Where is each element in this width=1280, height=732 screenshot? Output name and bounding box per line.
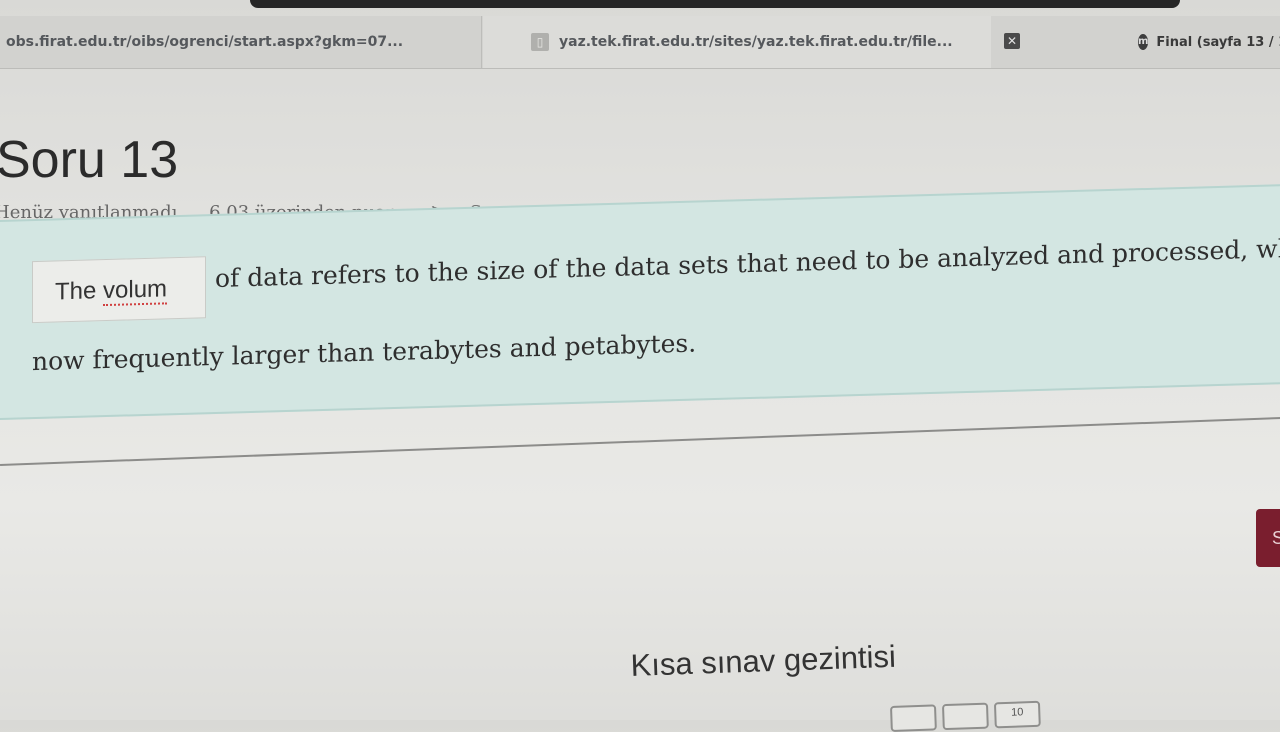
tab-final-quiz-title: Final (sayfa 13 / 1 bbox=[1156, 34, 1280, 50]
quiz-nav-button[interactable] bbox=[941, 702, 989, 731]
tab-final-quiz[interactable]: m Final (sayfa 13 / 1 bbox=[992, 16, 1280, 68]
question-content: The volum of data refers to the size of … bbox=[0, 184, 1280, 420]
moodle-icon: m bbox=[1138, 34, 1149, 50]
screen-bezel bbox=[250, 0, 1180, 8]
tab-yaz-tek-title: yaz.tek.firat.edu.tr/sites/yaz.tek.firat… bbox=[559, 34, 953, 50]
next-page-button[interactable]: S bbox=[1256, 509, 1280, 567]
quiz-navigation-buttons: 10 bbox=[890, 700, 1041, 732]
page-icon: ▯ bbox=[531, 33, 549, 51]
quiz-nav-button[interactable]: 10 bbox=[993, 700, 1041, 729]
tab-yaz-tek[interactable]: ▯ yaz.tek.firat.edu.tr/sites/yaz.tek.fir… bbox=[483, 16, 991, 68]
answer-misspelled-word: volum bbox=[103, 275, 168, 307]
question-title: Soru 13 bbox=[0, 131, 179, 189]
answer-prefix: The bbox=[55, 277, 104, 306]
section-divider bbox=[0, 416, 1280, 466]
quiz-nav-button[interactable] bbox=[890, 704, 937, 732]
question-text-line2: now frequently larger than terabytes and… bbox=[32, 328, 697, 377]
answer-input[interactable]: The volum bbox=[32, 256, 206, 324]
quiz-navigation-title: Kısa sınav gezintisi bbox=[630, 638, 897, 683]
browser-tab-bar: obs.firat.edu.tr/oibs/ogrenci/start.aspx… bbox=[0, 16, 1280, 69]
tab-obs-title: obs.firat.edu.tr/oibs/ogrenci/start.aspx… bbox=[6, 34, 404, 50]
question-text-line1: of data refers to the size of the data s… bbox=[215, 232, 1280, 293]
tab-obs[interactable]: obs.firat.edu.tr/oibs/ogrenci/start.aspx… bbox=[0, 16, 482, 68]
